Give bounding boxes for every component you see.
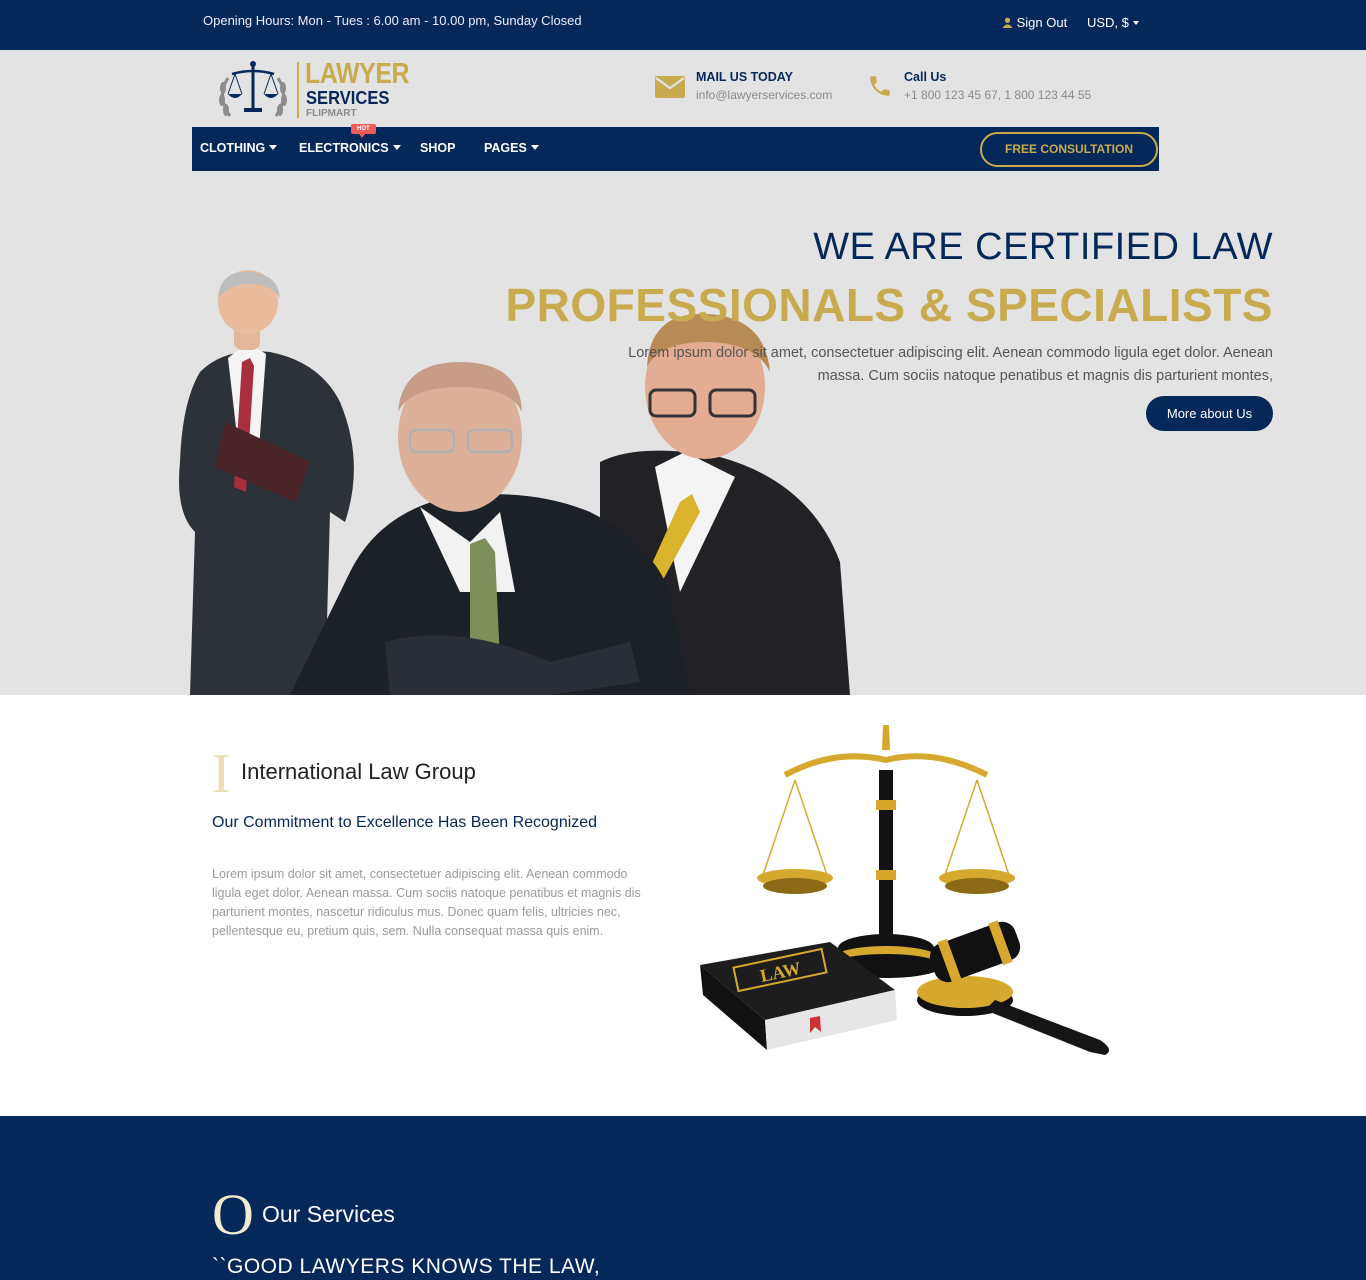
nav-clothing-label: CLOTHING	[200, 141, 266, 155]
scales-logo-icon	[219, 61, 287, 117]
call-title: Call Us	[904, 70, 947, 84]
phone-contact: Call Us +1 800 123 45 67, 1 800 123 44 5…	[863, 68, 1093, 108]
nav-shop-label: SHOP	[420, 141, 456, 155]
sign-out-label: Sign Out	[1016, 15, 1068, 30]
logo-word-services: SERVICES	[306, 88, 390, 108]
user-icon	[1002, 17, 1013, 28]
caret-down-icon	[269, 145, 278, 150]
mail-title: MAIL US TODAY	[696, 70, 794, 84]
envelope-icon	[655, 76, 685, 98]
about-initial-letter: I	[212, 743, 231, 805]
phone-icon	[870, 76, 890, 96]
logo-word-lawyer: LAWYER	[305, 58, 410, 90]
logo-divider	[297, 62, 299, 118]
hot-badge: HOT	[351, 124, 376, 138]
hero-text: Lorem ipsum dolor sit amet, consectetuer…	[628, 345, 1273, 384]
currency-dropdown[interactable]: USD, $	[1087, 15, 1139, 30]
about-title: International Law Group	[241, 759, 476, 784]
services-title: Our Services	[262, 1201, 395, 1227]
nav-electronics-label: ELECTRONICS	[299, 141, 389, 155]
hero-heading: WE ARE CERTIFIED LAW	[813, 226, 1273, 268]
currency-label: USD, $	[1087, 15, 1129, 30]
free-consultation-button[interactable]: FREE CONSULTATION	[980, 132, 1158, 167]
nav-clothing[interactable]: CLOTHING	[200, 141, 278, 155]
opening-hours: Opening Hours: Mon - Tues : 6.00 am - 10…	[203, 13, 582, 28]
top-bar: Opening Hours: Mon - Tues : 6.00 am - 10…	[0, 0, 1366, 50]
logo-word-flipmart: FLIPMART	[306, 108, 357, 119]
about-subtitle: Our Commitment to Excellence Has Been Re…	[212, 814, 598, 831]
mail-contact: MAIL US TODAY info@lawyerservices.com	[655, 68, 855, 108]
nav-electronics[interactable]: ELECTRONICS	[299, 141, 401, 155]
hero-subheading: PROFESSIONALS & SPECIALISTS	[505, 279, 1273, 331]
caret-down-icon	[530, 145, 539, 150]
nav-pages-label: PAGES	[484, 141, 527, 155]
mail-address[interactable]: info@lawyerservices.com	[696, 88, 832, 102]
about-text: Lorem ipsum dolor sit amet, consectetuer…	[212, 867, 641, 938]
about-section: I International Law Group Our Commitment…	[0, 695, 1366, 1116]
caret-down-icon	[392, 145, 401, 150]
sign-out-link[interactable]: Sign Out	[1002, 15, 1067, 30]
nav-shop[interactable]: SHOP	[420, 141, 455, 155]
services-initial-letter: O	[212, 1182, 254, 1247]
more-about-us-button[interactable]: More about Us	[1146, 396, 1273, 431]
services-section: O Our Services ``GOOD LAWYERS KNOWS THE …	[0, 1116, 1366, 1280]
chevron-down-icon	[1132, 21, 1139, 25]
site-logo[interactable]: LAWYER SERVICES FLIPMART	[214, 58, 414, 122]
nav-pages[interactable]: PAGES	[484, 141, 539, 155]
scales-and-gavel-image: LAW	[700, 725, 1109, 1055]
services-quote: ``GOOD LAWYERS KNOWS THE LAW,	[212, 1255, 601, 1278]
call-numbers[interactable]: +1 800 123 45 67, 1 800 123 44 55	[904, 88, 1091, 102]
